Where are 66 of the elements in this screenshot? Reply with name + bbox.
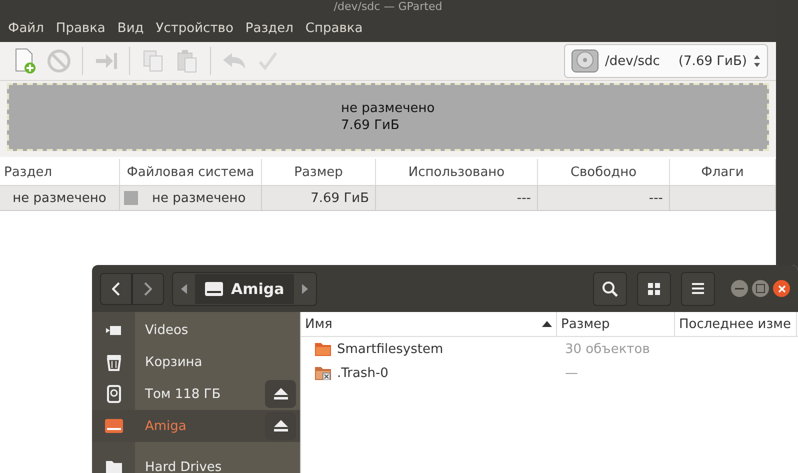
close-button[interactable]: [773, 280, 790, 297]
menu-item[interactable]: Вид: [111, 20, 150, 36]
menu-button[interactable]: [681, 272, 715, 306]
partition-graph[interactable]: не размечено 7.69 ГиБ: [7, 83, 769, 151]
column-header[interactable]: Раздел: [0, 159, 120, 185]
sidebar-item[interactable]: Том 118 ГБ: [92, 378, 300, 410]
menu-item[interactable]: Правка: [50, 20, 112, 36]
table-cell: 7.69 ГиБ: [310, 190, 369, 206]
sidebar-item[interactable]: Videos: [92, 314, 300, 346]
partition-label: не размечено: [341, 100, 436, 117]
grid-icon: [648, 282, 660, 294]
chevron-left-icon: [112, 282, 120, 296]
locked-folder-icon: [315, 366, 331, 380]
file-size: 30 объектов: [565, 342, 650, 356]
sidebar-item[interactable]: Корзина: [92, 346, 300, 378]
file-name[interactable]: .Trash-0: [337, 366, 388, 380]
column-header[interactable]: Свободно: [538, 159, 670, 185]
eject-button[interactable]: [265, 412, 296, 440]
table-cell: ---: [516, 190, 531, 206]
close-icon: [778, 284, 786, 292]
file-size: —: [565, 366, 578, 380]
partition-size: 7.69 ГиБ: [341, 117, 400, 134]
back-button[interactable]: [100, 272, 132, 304]
menu-item[interactable]: Устройство: [150, 20, 240, 36]
column-header[interactable]: Флаги: [670, 159, 776, 185]
column-header[interactable]: Файловая система: [120, 159, 262, 185]
menu-icon: [692, 283, 704, 294]
caret-right-icon[interactable]: [302, 284, 308, 294]
menu-item[interactable]: Раздел: [239, 20, 300, 36]
drive-icon: [104, 419, 122, 433]
device-selector[interactable]: /dev/sdc (7.69 ГиБ): [564, 44, 768, 78]
column-header[interactable]: Размер: [557, 312, 675, 336]
search-button[interactable]: [593, 272, 627, 306]
column-header[interactable]: Последнее изме: [675, 312, 797, 336]
forward-button[interactable]: [132, 272, 164, 304]
partition-row[interactable]: не размечено не размечено 7.69 ГиБ --- ---: [0, 186, 776, 211]
sidebar-item[interactable]: Hard Drives: [92, 451, 300, 473]
sort-ascending-icon: [542, 321, 552, 327]
new-document-icon[interactable]: [13, 48, 37, 74]
column-header[interactable]: Имя: [301, 312, 557, 336]
minimize-button[interactable]: [731, 280, 748, 297]
video-camera-icon: [106, 324, 122, 336]
column-header[interactable]: Размер: [262, 159, 376, 185]
minimize-icon: [735, 288, 744, 290]
table-cell: не размечено: [152, 190, 246, 206]
view-grid-button[interactable]: [637, 272, 671, 306]
eject-button[interactable]: [265, 380, 296, 408]
file-name[interactable]: Smartfilesystem: [337, 342, 444, 356]
menu-item[interactable]: Файл: [2, 20, 50, 36]
search-icon: [602, 280, 618, 296]
eject-icon: [274, 420, 288, 432]
menu-item[interactable]: Справка: [299, 20, 369, 36]
path-button[interactable]: Amiga: [195, 274, 294, 304]
eject-icon: [274, 388, 288, 400]
table-cell: ---: [648, 190, 663, 206]
folder-icon: [315, 342, 331, 356]
chevron-right-icon: [144, 282, 152, 296]
trash-icon: [106, 353, 122, 371]
table-cell: не размечено: [12, 190, 106, 206]
folder-icon: [106, 460, 122, 473]
maximize-icon: [756, 284, 765, 293]
drive-icon: [205, 282, 223, 296]
caret-left-icon[interactable]: [181, 284, 187, 294]
spinner-arrows-icon: [753, 54, 761, 68]
column-header[interactable]: Использовано: [376, 159, 538, 185]
window-title: /dev/sdc — GParted: [334, 0, 442, 13]
